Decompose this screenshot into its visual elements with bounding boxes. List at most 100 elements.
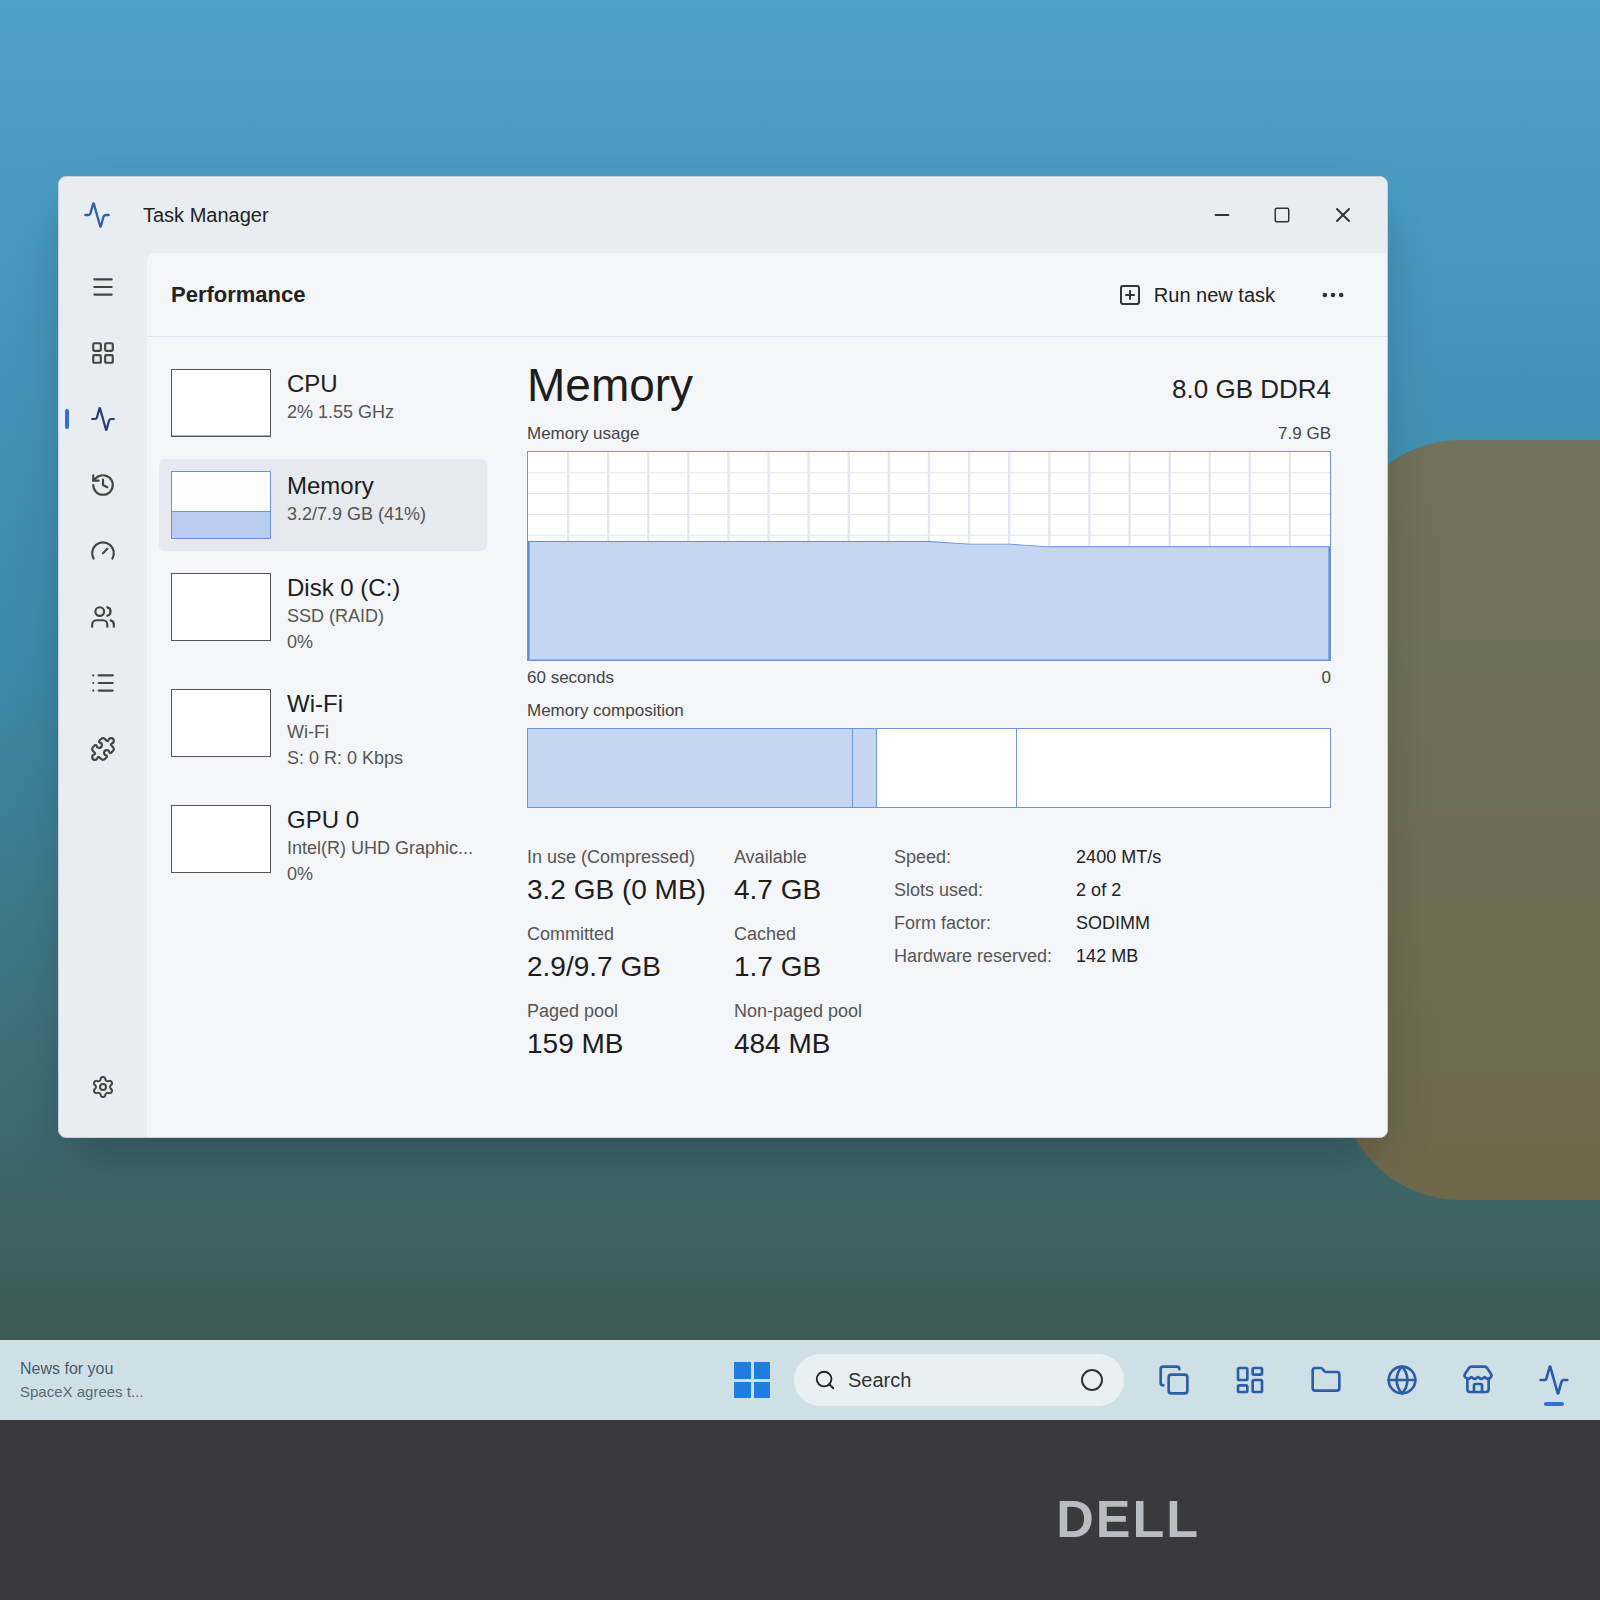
photo-frame: Task Manager Performance Run new task CPU2%…	[0, 0, 1600, 1600]
dell-logo: DELL	[1056, 1480, 1200, 1558]
app-icon	[1158, 1364, 1190, 1396]
usage-max-label: 7.9 GB	[1278, 421, 1331, 447]
taskbar-app[interactable]	[1148, 1354, 1200, 1406]
stat: In use (Compressed)3.2 GB (0 MB)	[527, 844, 706, 909]
nav-rail-item[interactable]	[79, 269, 127, 305]
spec-label: Hardware reserved:	[894, 943, 1052, 970]
nav-rail-item[interactable]	[79, 335, 127, 371]
memory-capacity: 8.0 GB DDR4	[1172, 370, 1331, 413]
screen: Task Manager Performance Run new task CPU2%…	[0, 0, 1600, 1420]
device-item[interactable]: Wi-FiWi-FiS: 0 R: 0 Kbps	[159, 677, 487, 783]
device-detail: 0%	[287, 629, 400, 655]
window-title: Task Manager	[143, 200, 269, 230]
active-indicator	[1544, 1402, 1564, 1406]
nav-icon	[90, 670, 116, 696]
device-name: GPU 0	[287, 805, 473, 835]
composition-segment	[1017, 729, 1330, 807]
device-thumbnail	[171, 689, 271, 757]
grid-line	[528, 534, 1330, 535]
usage-label: Memory usage	[527, 421, 639, 447]
page-title: Performance	[171, 278, 306, 311]
composition-segment	[877, 729, 1017, 807]
spec-value: 2 of 2	[1076, 877, 1161, 904]
maximize-icon[interactable]	[1273, 206, 1291, 224]
stat: Available4.7 GB	[734, 844, 862, 909]
device-thumbnail	[171, 573, 271, 641]
nav-rail-item[interactable]	[79, 401, 127, 437]
nav-rail-item[interactable]	[79, 467, 127, 503]
nav-icon	[90, 604, 116, 630]
nav-icon	[90, 736, 116, 762]
device-thumbnail	[171, 471, 271, 539]
composition-bar	[527, 728, 1331, 808]
grid-line	[528, 513, 1330, 514]
device-list: CPU2% 1.55 GHz Memory3.2/7.9 GB (41%) Disk…	[147, 337, 487, 1137]
nav-icon	[90, 340, 116, 366]
close-icon[interactable]	[1331, 203, 1355, 227]
device-detail: 3.2/7.9 GB (41%)	[287, 501, 426, 527]
spec-label: Slots used:	[894, 877, 1052, 904]
desktop: Task Manager Performance Run new task CPU2%…	[0, 0, 1600, 1340]
app-icon	[1538, 1364, 1570, 1396]
taskbar-app[interactable]	[1376, 1354, 1428, 1406]
usage-area	[528, 541, 1330, 659]
minimize-icon[interactable]	[1211, 204, 1233, 226]
content-panel: PerformanceRun new taskCPU2% 1.55 GHzMem…	[147, 253, 1387, 1137]
taskbar-app[interactable]	[1300, 1354, 1352, 1406]
taskbar-app[interactable]	[1452, 1354, 1504, 1406]
device-item[interactable]: Memory3.2/7.9 GB (41%)	[159, 459, 487, 551]
task-manager-window[interactable]: Task Manager Performance Run new task CPU2%…	[58, 176, 1388, 1138]
device-thumbnail	[171, 805, 271, 873]
device-item[interactable]: CPU2% 1.55 GHz	[159, 357, 487, 449]
nav-rail-settings[interactable]	[79, 1069, 127, 1105]
device-name: Wi-Fi	[287, 689, 403, 719]
nav-rail-item[interactable]	[79, 599, 127, 635]
stat: Paged pool159 MB	[527, 998, 706, 1063]
grid-line	[528, 472, 1330, 473]
composition-segment	[528, 729, 853, 807]
nav-icon	[90, 472, 116, 498]
taskbar-app[interactable]	[1224, 1354, 1276, 1406]
spec-label: Form factor:	[894, 910, 1052, 937]
nav-rail	[59, 253, 147, 1137]
time-label: 60 seconds	[527, 665, 614, 691]
device-thumbnail-fill	[172, 511, 270, 538]
device-item[interactable]: GPU 0Intel(R) UHD Graphic...0%	[159, 793, 487, 899]
run-new-task-button[interactable]: Run new task	[1106, 272, 1287, 318]
search-box[interactable]: Search	[794, 1354, 1124, 1406]
nav-icon	[90, 274, 116, 300]
nav-icon	[90, 406, 116, 432]
nav-icon	[90, 538, 116, 564]
app-icon	[1386, 1364, 1418, 1396]
settings-icon	[91, 1075, 115, 1099]
stat: Non-paged pool484 MB	[734, 998, 862, 1063]
nav-rail-item[interactable]	[79, 665, 127, 701]
laptop-bezel: DELL	[0, 1420, 1600, 1600]
run-task-icon	[1118, 283, 1142, 307]
memory-specs: Speed:2400 MT/sSlots used:2 of 2Form fac…	[894, 844, 1161, 1063]
memory-detail: Memory 8.0 GB DDR4 Memory usage 7.9 GB 60 se…	[487, 337, 1387, 1137]
device-thumbnail	[171, 369, 271, 437]
taskbar-app[interactable]	[1528, 1354, 1580, 1406]
stat: Committed2.9/9.7 GB	[527, 921, 706, 986]
device-thumbnail-fill	[172, 435, 270, 436]
detail-title: Memory	[527, 357, 693, 413]
stat: Cached1.7 GB	[734, 921, 862, 986]
device-detail: SSD (RAID)	[287, 603, 400, 629]
zero-label: 0	[1322, 665, 1331, 691]
news-widget[interactable]: News for youSpaceX agrees t...	[20, 1357, 274, 1404]
more-icon[interactable]	[1319, 281, 1347, 309]
device-item[interactable]: Disk 0 (C:)SSD (RAID)0%	[159, 561, 487, 667]
device-detail: S: 0 R: 0 Kbps	[287, 745, 403, 771]
selected-indicator	[65, 409, 69, 429]
device-detail: 0%	[287, 861, 473, 887]
nav-rail-item[interactable]	[79, 731, 127, 767]
spec-value: 2400 MT/s	[1076, 844, 1161, 871]
spec-value: SODIMM	[1076, 910, 1161, 937]
device-detail: 2% 1.55 GHz	[287, 399, 394, 425]
composition-label: Memory composition	[527, 698, 1331, 724]
start-button[interactable]	[734, 1362, 770, 1398]
nav-rail-item[interactable]	[79, 533, 127, 569]
task-manager-app-icon	[83, 201, 111, 229]
grid-line	[528, 493, 1330, 494]
